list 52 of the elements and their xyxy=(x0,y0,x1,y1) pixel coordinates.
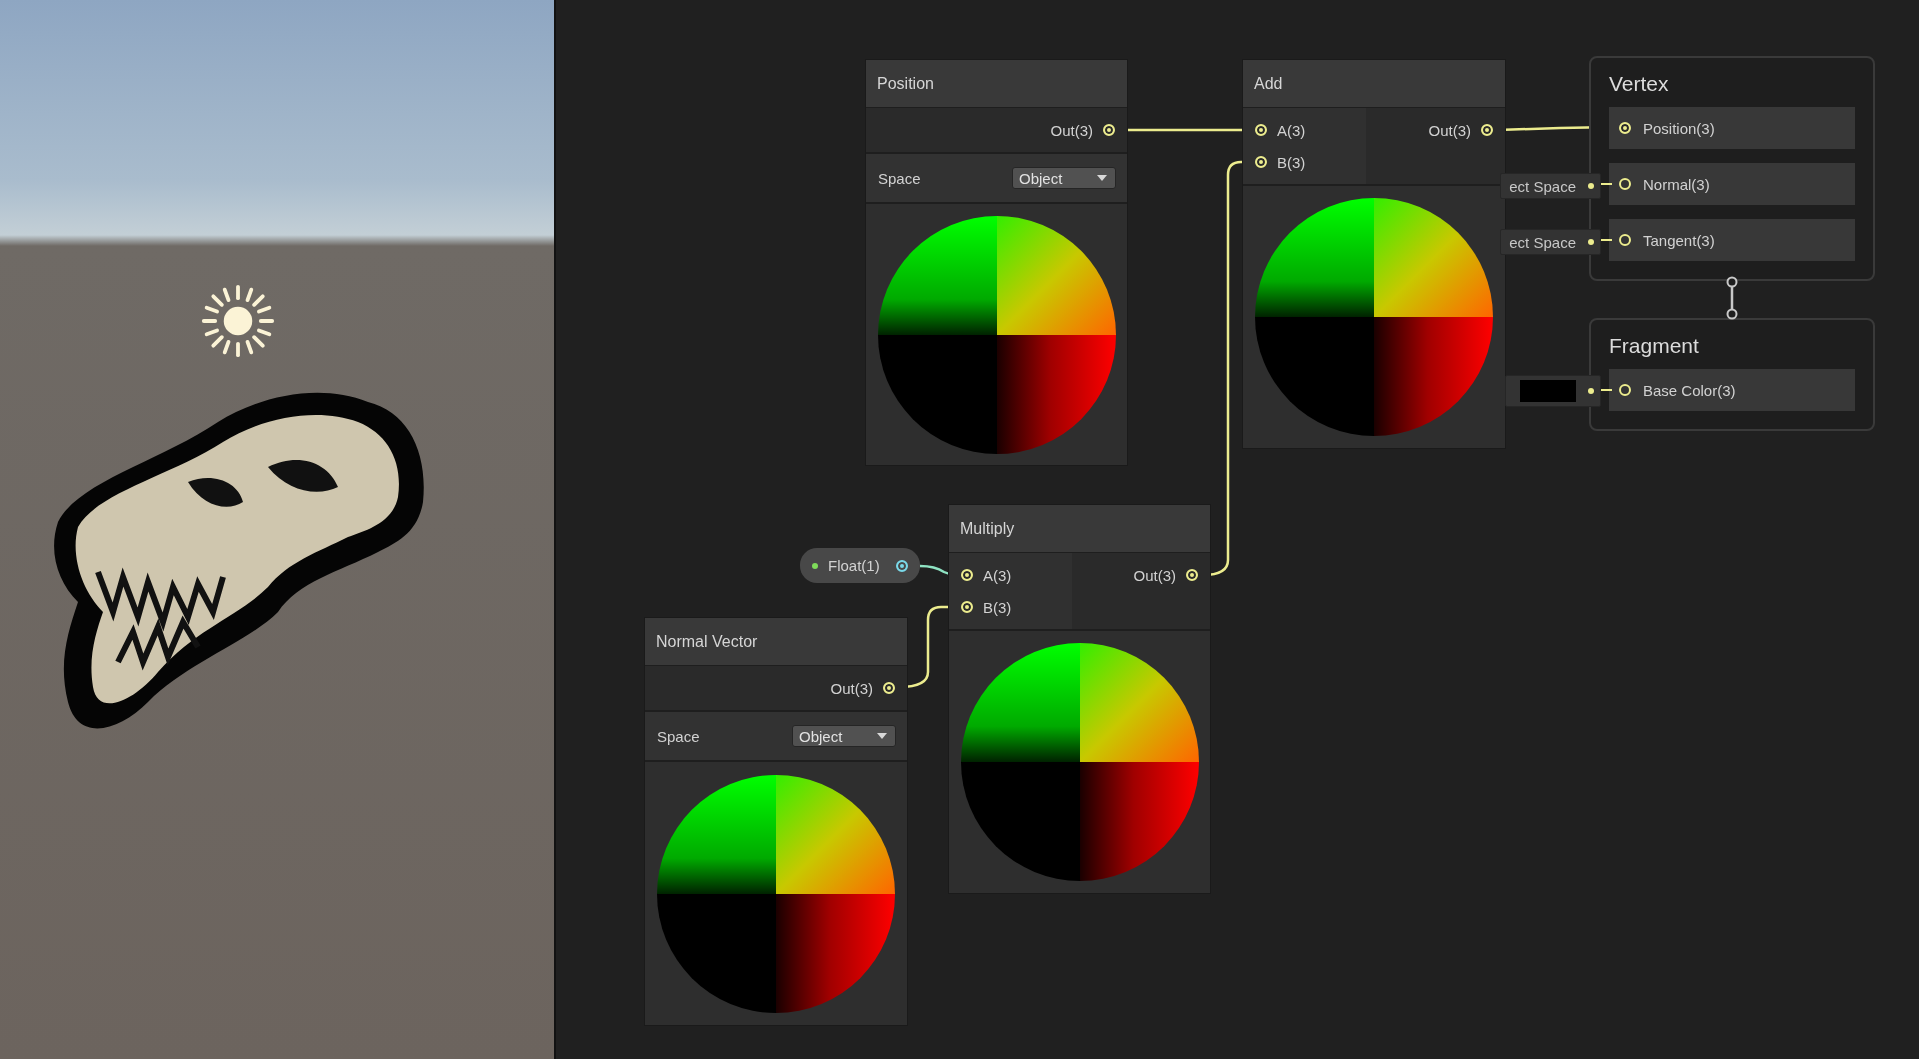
slot-label: Normal(3) xyxy=(1643,175,1710,193)
connection-wire xyxy=(1600,183,1612,185)
port-icon[interactable] xyxy=(1255,156,1267,168)
space-dropdown[interactable]: Object xyxy=(792,725,896,747)
status-dot-icon xyxy=(812,562,818,569)
slot-label: Tangent(3) xyxy=(1643,231,1715,249)
default-value-field[interactable]: ect Space xyxy=(1500,173,1601,199)
space-label: Space xyxy=(878,169,921,187)
port-label: Out(3) xyxy=(1133,566,1176,584)
port-icon[interactable] xyxy=(1255,124,1267,136)
port-label: Out(3) xyxy=(1428,121,1471,139)
port-label: Out(3) xyxy=(830,679,873,697)
node-title[interactable]: Multiply xyxy=(949,505,1210,553)
property-pill[interactable]: Float(1) xyxy=(800,548,920,583)
space-label: Space xyxy=(657,727,700,745)
port-icon[interactable] xyxy=(1619,384,1631,396)
port-label: B(3) xyxy=(1277,153,1306,171)
block-slot[interactable]: Tangent(3) xyxy=(1609,219,1855,261)
node-title[interactable]: Normal Vector xyxy=(645,618,907,666)
port-label: A(3) xyxy=(983,566,1012,584)
node-title[interactable]: Add xyxy=(1243,60,1505,108)
connection-wire xyxy=(1600,239,1612,241)
port-label: Out(3) xyxy=(1050,121,1093,139)
port-icon[interactable] xyxy=(961,569,973,581)
block-slot[interactable]: Base Color(3) xyxy=(1609,369,1855,411)
port-icon[interactable] xyxy=(1619,234,1631,246)
port-icon[interactable] xyxy=(896,559,908,572)
block-slot[interactable]: Normal(3) xyxy=(1609,163,1855,205)
block-slot[interactable]: Position(3) xyxy=(1609,107,1855,149)
sun-icon xyxy=(200,283,276,359)
connection-wire xyxy=(1600,389,1612,391)
slot-label: Base Color(3) xyxy=(1643,381,1736,399)
default-value-field[interactable]: ect Space xyxy=(1500,229,1601,255)
port-icon[interactable] xyxy=(1481,124,1493,136)
port-icon[interactable] xyxy=(961,601,973,613)
caret-icon xyxy=(877,733,887,739)
block-title: Vertex xyxy=(1609,71,1670,93)
port-icon[interactable] xyxy=(883,682,895,694)
port-label: A(3) xyxy=(1277,121,1306,139)
port-icon[interactable] xyxy=(1619,122,1631,134)
port-icon[interactable] xyxy=(1103,124,1115,136)
port-icon[interactable] xyxy=(1619,178,1631,190)
node-title[interactable]: Position xyxy=(866,60,1127,108)
color-swatch[interactable] xyxy=(1520,380,1576,402)
port-icon[interactable] xyxy=(1186,569,1198,581)
color-field[interactable] xyxy=(1505,375,1601,407)
port-label: B(3) xyxy=(983,598,1012,616)
slot-label: Position(3) xyxy=(1643,119,1715,137)
space-dropdown[interactable]: Object xyxy=(1012,167,1116,189)
caret-icon xyxy=(1097,175,1107,181)
property-label: Float(1) xyxy=(828,557,880,574)
block-title: Fragment xyxy=(1609,333,1700,355)
